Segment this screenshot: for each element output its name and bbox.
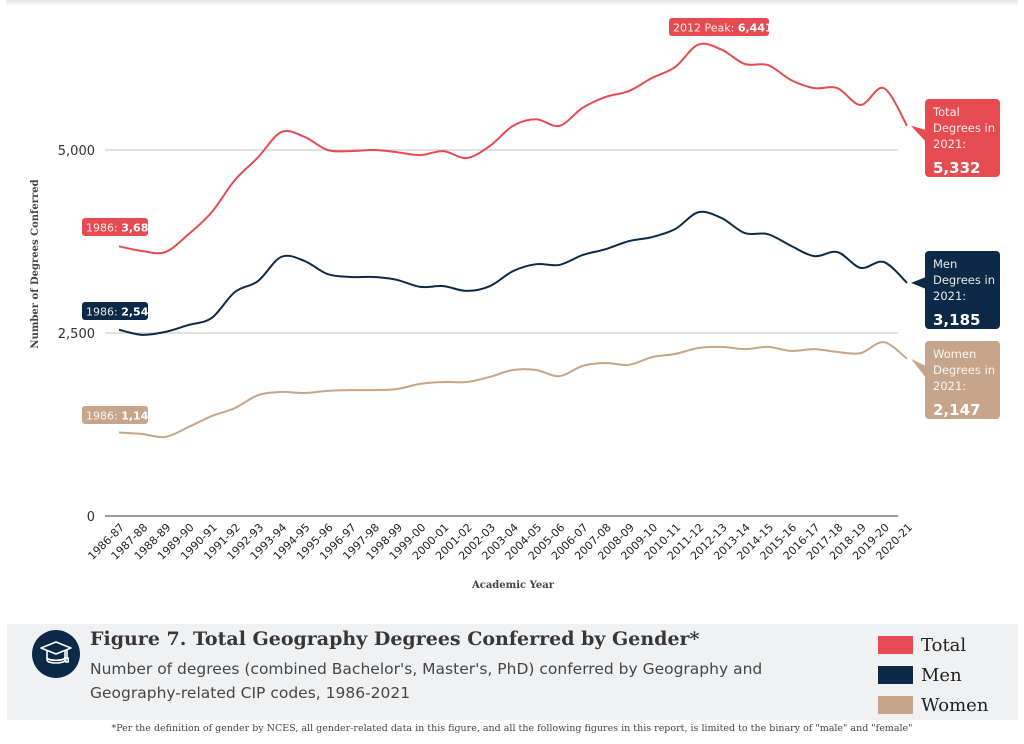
figure-title: Figure 7. Total Geography Degrees Confer… — [90, 628, 700, 650]
badge-text: 1986: 1,140 — [86, 410, 156, 423]
annotation-badge: 2012 Peak: 6,441 — [669, 18, 773, 36]
callout-total-2021: Total Degrees in 2021: 5,332 — [925, 99, 1000, 177]
series-line-men — [118, 210, 908, 336]
annotation-badge: 1986: 2,544 — [82, 302, 156, 320]
callout-label: Women Degrees in 2021: — [933, 347, 995, 393]
y-tick-label: 5,000 — [58, 144, 95, 159]
badge-prefix: 1986: — [86, 222, 121, 235]
badge-value: 6,441 — [738, 22, 773, 35]
legend-item-total: Total — [878, 630, 988, 660]
badge-prefix: 1986: — [86, 410, 121, 423]
legend-label: Men — [921, 664, 962, 686]
figure-subtitle: Number of degrees (combined Bachelor's, … — [90, 660, 763, 702]
y-axis-title: Number of Degrees Conferred — [30, 179, 41, 348]
callout-value: 3,185 — [933, 311, 981, 329]
callout-label: Men Degrees in 2021: — [933, 257, 995, 303]
callout-pointer — [911, 358, 926, 378]
legend-swatch — [878, 636, 913, 654]
legend-swatch — [878, 696, 913, 714]
badge-prefix: 2012 Peak: — [673, 22, 738, 35]
callout-label: Total Degrees in 2021: — [933, 105, 995, 151]
legend-item-men: Men — [878, 660, 988, 690]
badge-value: 1,140 — [121, 410, 156, 423]
legend-swatch — [878, 666, 913, 684]
badge-text: 1986: 2,544 — [86, 306, 156, 319]
graduation-cap-icon — [32, 630, 80, 678]
legend-label: Total — [921, 634, 967, 656]
legend-item-women: Women — [878, 690, 988, 720]
callout-women-2021: Women Degrees in 2021: 2,147 — [925, 341, 1000, 419]
callout-value: 5,332 — [933, 159, 981, 177]
badge-prefix: 1986: — [86, 306, 121, 319]
callout-pointer — [911, 125, 926, 142]
series-line-total — [118, 42, 908, 255]
callout-value: 2,147 — [933, 401, 981, 419]
badge-text: 2012 Peak: 6,441 — [673, 22, 773, 35]
callout-pointer — [911, 277, 926, 289]
annotation-badge: 1986: 1,140 — [82, 406, 156, 424]
x-axis-title: Academic Year — [471, 580, 555, 591]
badge-value: 2,544 — [121, 306, 156, 319]
callout-men-2021: Men Degrees in 2021: 3,185 — [925, 251, 1000, 329]
line-chart: 02,5005,000 1986-871987-881988-891989-90… — [30, 18, 926, 591]
legend-label: Women — [921, 694, 989, 716]
badge-value: 3,684 — [121, 222, 156, 235]
legend: Total Men Women — [878, 630, 988, 720]
annotation-badge: 1986: 3,684 — [82, 218, 156, 236]
badge-text: 1986: 3,684 — [86, 222, 156, 235]
footnote: *Per the definition of gender by NCES, a… — [111, 723, 913, 734]
series-line-women — [118, 341, 908, 439]
y-tick-label: 2,500 — [58, 327, 95, 342]
y-tick-label: 0 — [87, 510, 95, 525]
